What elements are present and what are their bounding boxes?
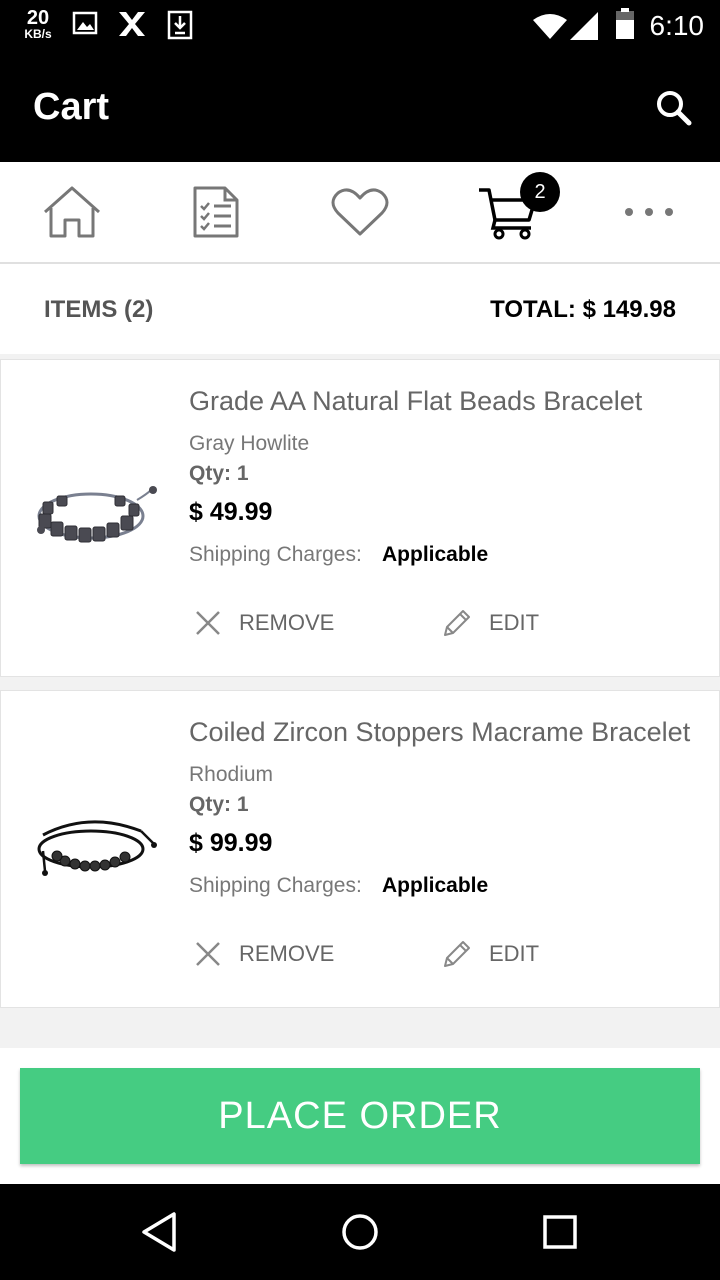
cart-total: TOTAL: $ 149.98: [490, 296, 676, 323]
product-variant: Gray Howlite: [189, 432, 310, 455]
wifi-icon: [533, 14, 567, 39]
back-icon[interactable]: [136, 1208, 184, 1256]
home-circle-icon[interactable]: [336, 1208, 384, 1256]
product-name[interactable]: Coiled Zircon Stoppers Macrame Bracelet: [189, 717, 705, 748]
cart-summary: ITEMS (2) TOTAL: $ 149.98: [0, 264, 720, 354]
edit-label: EDIT: [489, 941, 540, 966]
product-name[interactable]: Grade AA Natural Flat Beads Bracelet: [189, 386, 705, 417]
place-order-button[interactable]: PLACE ORDER: [20, 1068, 700, 1164]
product-price: $ 99.99: [189, 829, 273, 857]
cart-count-badge: 2: [520, 172, 560, 212]
nav-wishlist-button[interactable]: [325, 182, 395, 242]
remove-label: REMOVE: [239, 941, 335, 966]
system-nav-bar: [0, 1184, 720, 1280]
pencil-icon: [444, 941, 470, 967]
image-notification-icon: [72, 11, 98, 35]
search-icon: [657, 91, 692, 126]
product-variant: Rhodium: [189, 763, 274, 786]
items-count: ITEMS (2): [44, 296, 154, 323]
search-button[interactable]: [654, 88, 694, 128]
battery-icon: [616, 8, 634, 39]
shipping-charges-label: Shipping Charges:: [189, 874, 362, 897]
network-speed-value: 20: [26, 7, 50, 29]
nav-more-button[interactable]: [614, 182, 684, 242]
status-bar: 20 KB/s 6:10: [0, 0, 720, 50]
shipping-charges-label: Shipping Charges:: [189, 543, 362, 566]
pencil-icon: [444, 610, 470, 636]
orders-list-icon: [193, 186, 239, 238]
page-title: Cart: [33, 86, 110, 128]
more-dots-icon: [625, 208, 673, 216]
edit-button[interactable]: EDIT: [441, 605, 539, 641]
shipping-charges-value: Applicable: [382, 543, 489, 566]
network-speed-unit: KB/s: [24, 27, 52, 41]
close-icon: [196, 611, 220, 635]
nav-bar: [0, 162, 720, 264]
edit-button[interactable]: EDIT: [441, 936, 539, 972]
remove-button[interactable]: REMOVE: [193, 936, 334, 972]
nav-home-button[interactable]: [37, 182, 107, 242]
cart-item-card: Grade AA Natural Flat Beads Bracelet Gra…: [0, 359, 720, 677]
product-image: [37, 820, 157, 876]
cart-item-card: Coiled Zircon Stoppers Macrame Bracelet …: [0, 690, 720, 1008]
shipping-charges-value: Applicable: [382, 874, 489, 897]
app-notification-icon: [119, 12, 145, 36]
app-bar: Cart: [0, 50, 720, 162]
product-quantity: Qty: 1: [189, 793, 249, 816]
remove-button[interactable]: REMOVE: [193, 605, 334, 641]
home-icon: [44, 186, 100, 238]
checkout-panel: PLACE ORDER: [0, 1048, 720, 1184]
wishlist-heart-icon: [331, 188, 389, 236]
remove-label: REMOVE: [239, 610, 335, 635]
network-speed: 20 KB/s: [18, 8, 58, 40]
clock: 6:10: [649, 10, 705, 41]
nav-orders-button[interactable]: [181, 182, 251, 242]
edit-label: EDIT: [489, 610, 540, 635]
recents-icon[interactable]: [536, 1208, 584, 1256]
download-notification-icon: [167, 10, 193, 40]
cell-signal-icon: [570, 12, 598, 40]
product-price: $ 49.99: [189, 498, 273, 526]
product-quantity: Qty: 1: [189, 462, 249, 485]
product-image: [37, 486, 157, 543]
close-icon: [196, 942, 220, 966]
